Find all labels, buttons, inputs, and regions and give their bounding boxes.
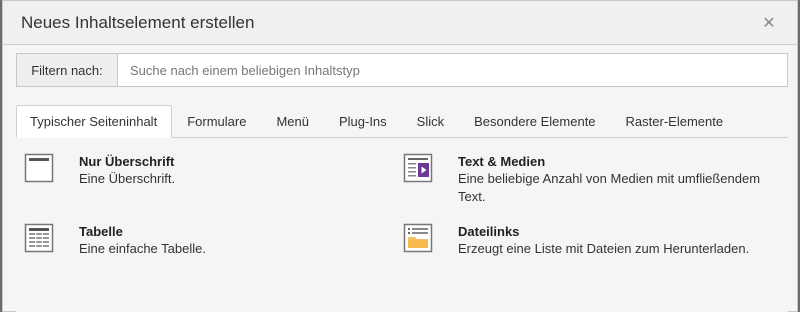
item-description: Eine beliebige Anzahl von Medien mit umf… (458, 171, 761, 204)
item-text: Dateilinks Erzeugt eine Liste mit Dateie… (458, 223, 749, 258)
item-description: Erzeugt eine Liste mit Dateien zum Herun… (458, 241, 750, 256)
header-icon (24, 153, 54, 183)
close-icon[interactable]: ✕ (761, 13, 777, 33)
tab-pane-typischer-seiteninhalt: Nur Überschrift Eine Überschrift. Text &… (16, 138, 788, 312)
content-type-tabs: Typischer Seiteninhalt Formulare Menü Pl… (16, 105, 788, 138)
filter-label: Filtern nach: (17, 54, 118, 86)
content-element-header[interactable]: Nur Überschrift Eine Überschrift. (24, 153, 354, 188)
tab-besondere-elemente[interactable]: Besondere Elemente (459, 105, 610, 137)
item-description: Eine einfache Tabelle. (79, 241, 206, 256)
item-title: Nur Überschrift (79, 154, 175, 169)
tab-menue[interactable]: Menü (261, 105, 324, 137)
tab-plug-ins[interactable]: Plug-Ins (324, 105, 402, 137)
content-element-table[interactable]: Tabelle Eine einfache Tabelle. (24, 223, 354, 258)
item-title: Dateilinks (458, 224, 520, 239)
tab-raster-elemente[interactable]: Raster-Elemente (611, 105, 739, 137)
content-element-text-media[interactable]: Text & Medien Eine beliebige Anzahl von … (403, 153, 783, 206)
tab-typischer-seiteninhalt[interactable]: Typischer Seiteninhalt (16, 105, 173, 138)
item-text: Text & Medien Eine beliebige Anzahl von … (458, 153, 783, 206)
filter-row: Filtern nach: (16, 53, 788, 87)
tab-slick[interactable]: Slick (402, 105, 459, 137)
modal-header: Neues Inhaltselement erstellen ✕ (3, 1, 797, 45)
filter-input[interactable] (118, 54, 787, 86)
item-title: Tabelle (79, 224, 123, 239)
new-content-element-dialog: Neues Inhaltselement erstellen ✕ Filtern… (2, 0, 798, 312)
item-title: Text & Medien (458, 154, 546, 169)
file-links-icon (403, 223, 433, 253)
modal-title: Neues Inhaltselement erstellen (21, 12, 255, 32)
content-element-file-links[interactable]: Dateilinks Erzeugt eine Liste mit Dateie… (403, 223, 783, 258)
text-media-icon (403, 153, 433, 183)
item-description: Eine Überschrift. (79, 171, 176, 186)
table-icon (24, 223, 54, 253)
item-text: Nur Überschrift Eine Überschrift. (79, 153, 175, 188)
item-text: Tabelle Eine einfache Tabelle. (79, 223, 206, 258)
tab-formulare[interactable]: Formulare (172, 105, 261, 137)
